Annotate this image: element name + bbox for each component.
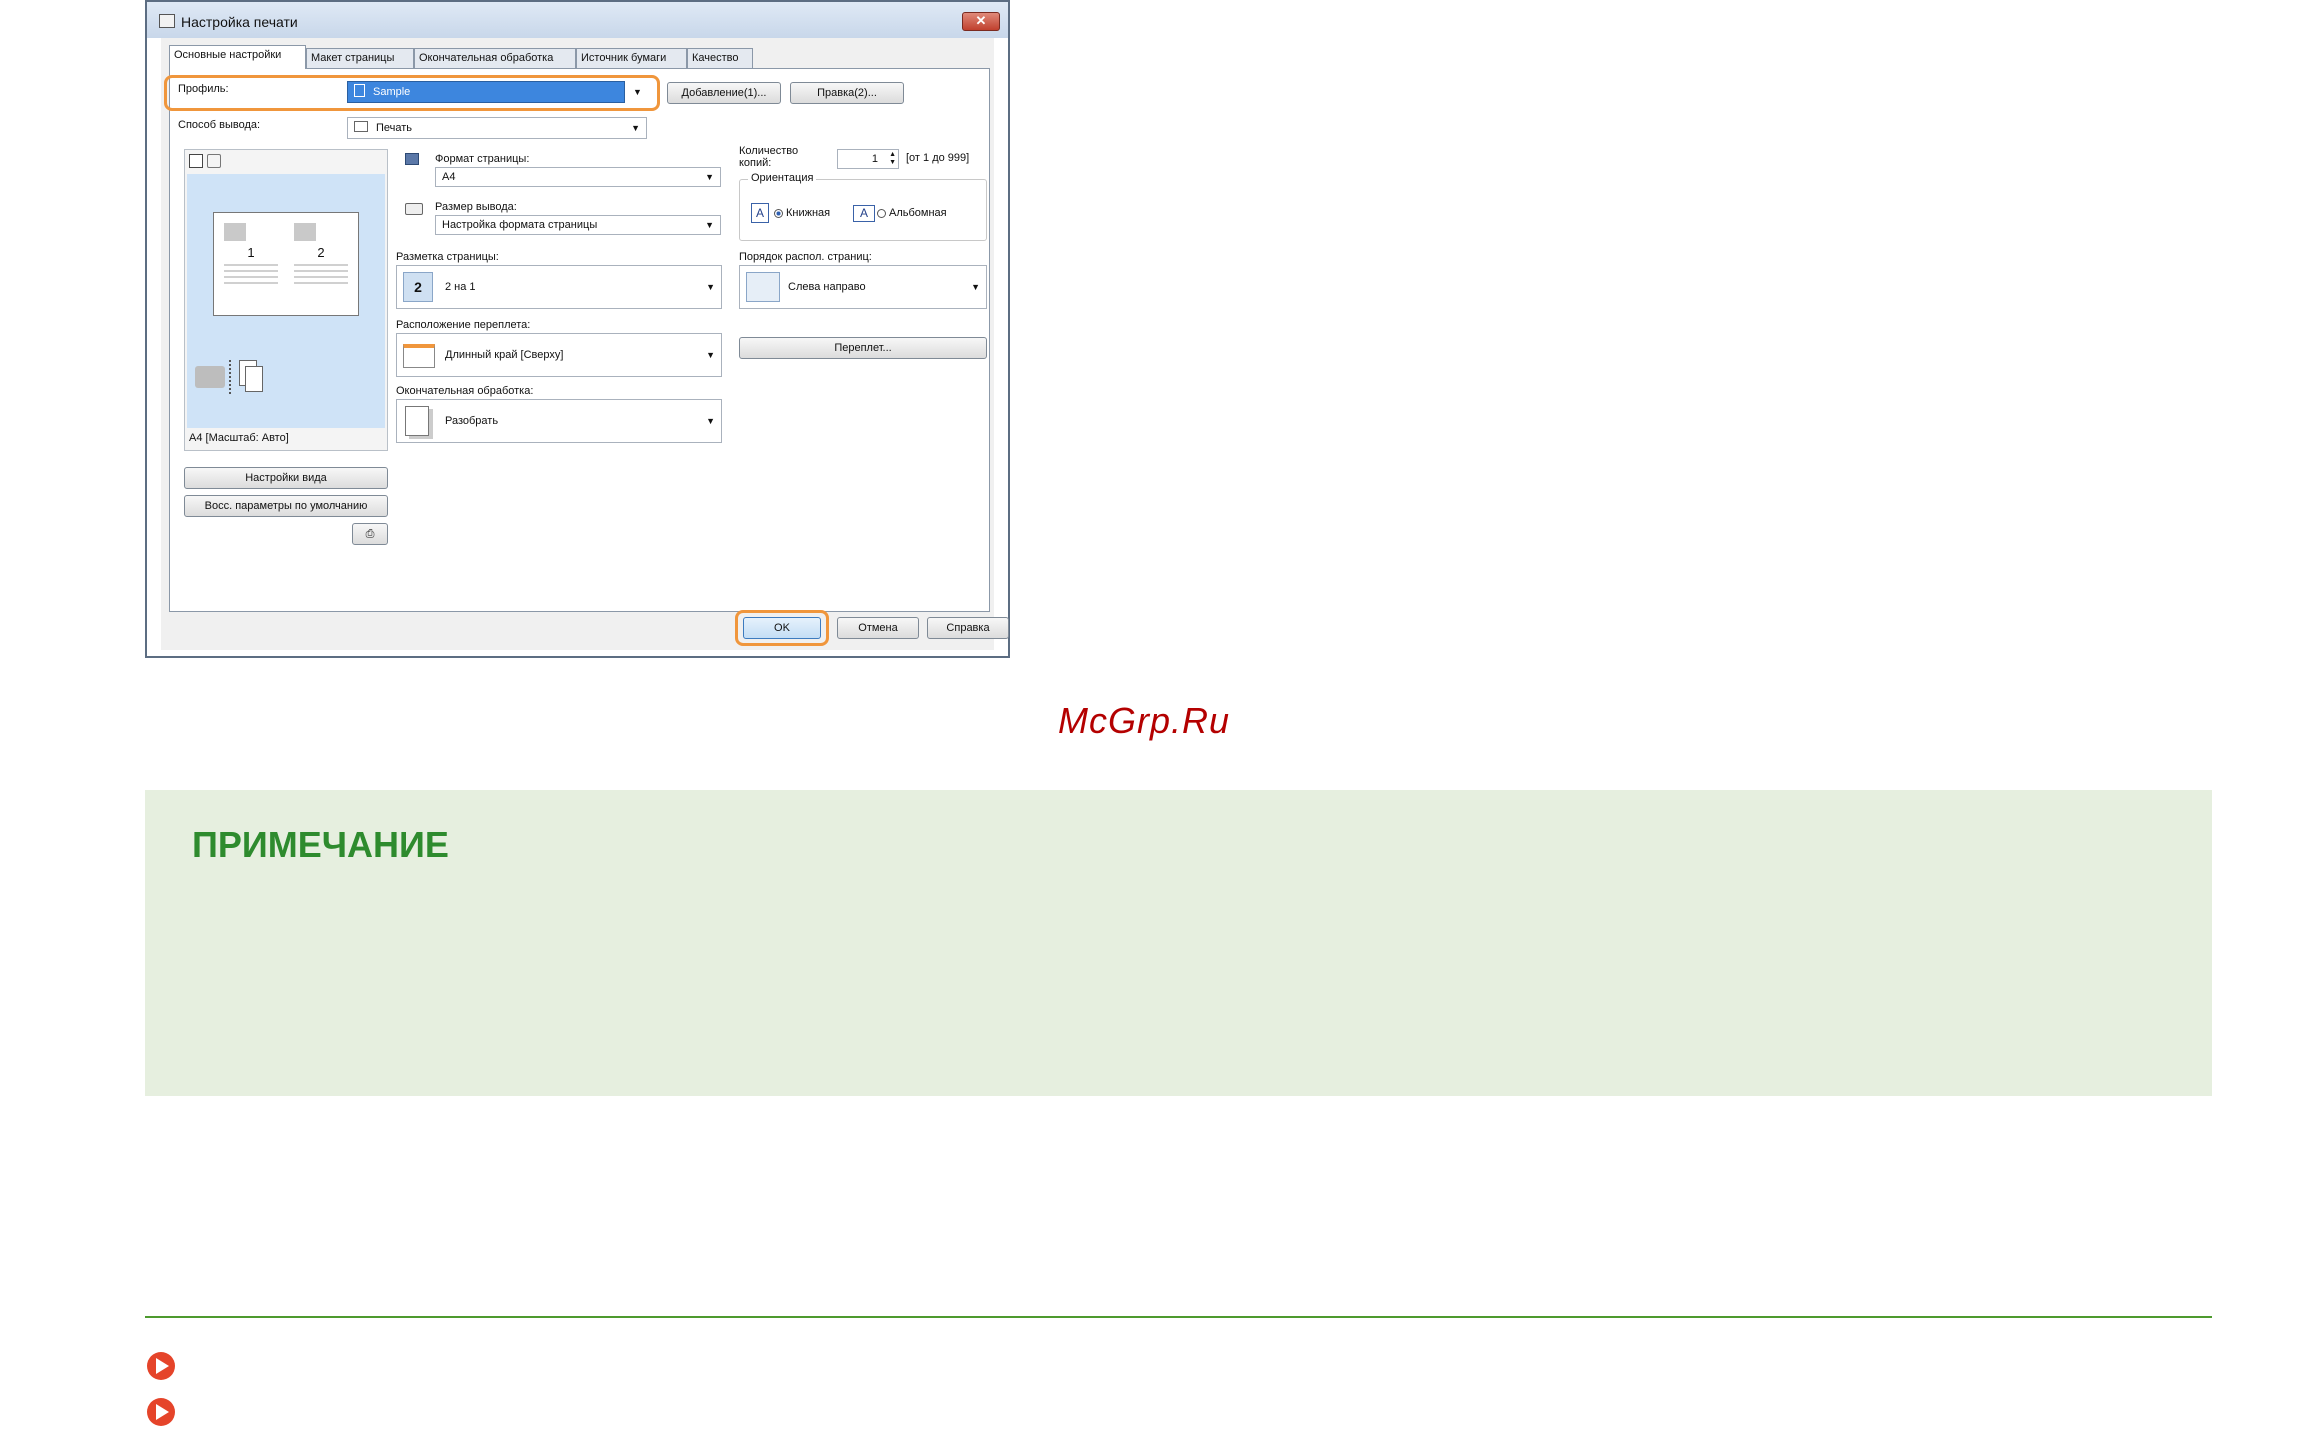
add-profile-button[interactable]: Добавление(1)... — [667, 82, 781, 104]
cancel-button[interactable]: Отмена — [837, 617, 919, 639]
paper-stack-icon — [195, 366, 225, 388]
tab-quality[interactable]: Качество — [687, 48, 753, 68]
printer-icon — [405, 203, 423, 215]
output-size-value: Настройка формата страницы — [442, 219, 598, 231]
layout-preview: 1 2 A4 [Масштаб: Авто] — [184, 149, 388, 451]
binding-location-label: Расположение переплета: — [396, 319, 531, 331]
chevron-down-icon: ▼ — [971, 282, 980, 292]
profile-value: Sample — [373, 86, 411, 98]
chevron-down-icon[interactable]: ▼ — [633, 87, 642, 97]
binding-location-select[interactable]: Длинный край [Сверху] ▼ — [396, 333, 722, 377]
output-method-label: Способ вывода: — [178, 119, 261, 131]
page-layout-value: 2 на 1 — [445, 281, 476, 293]
chevron-down-icon: ▼ — [705, 220, 714, 230]
portrait-radio[interactable] — [774, 209, 783, 218]
output-method-value: Печать — [376, 122, 413, 134]
chevron-down-icon: ▼ — [631, 123, 640, 133]
chevron-down-icon: ▼ — [706, 416, 715, 426]
orientation-label: Ориентация — [748, 172, 817, 184]
watermark: McGrp.Ru — [1058, 700, 1231, 741]
printer-icon — [159, 14, 175, 28]
tab-finishing[interactable]: Окончательная обработка — [414, 48, 576, 68]
page-size-select[interactable]: A4 ▼ — [435, 167, 721, 187]
restore-defaults-button[interactable]: Восс. параметры по умолчанию — [184, 495, 388, 517]
output-method-select[interactable]: Печать ▼ — [347, 117, 647, 139]
preview-caption: A4 [Масштаб: Авто] — [189, 432, 289, 444]
printer-view-icon[interactable] — [207, 154, 221, 168]
profile-select[interactable]: Sample — [347, 81, 625, 103]
document-icon — [354, 84, 365, 97]
arrow-bullet-icon[interactable] — [147, 1398, 175, 1426]
finishing-select[interactable]: Разобрать ▼ — [396, 399, 722, 443]
preview-page-2: 2 — [288, 219, 354, 311]
arrow-bullet-icon[interactable] — [147, 1352, 175, 1380]
preview-sheet: 1 2 — [213, 212, 359, 316]
note-title: ПРИМЕЧАНИЕ — [192, 824, 449, 865]
collate-icon — [405, 406, 429, 436]
pages-per-sheet-icon: 2 — [403, 272, 433, 302]
printer-icon — [354, 121, 368, 132]
landscape-icon: A — [853, 205, 875, 222]
finishing-value: Разобрать — [445, 415, 499, 427]
copies-label: Количество копий: — [739, 145, 799, 169]
preview-canvas: 1 2 — [187, 174, 385, 428]
profile-label: Профиль: — [178, 83, 229, 95]
tab-panel: Профиль: Sample ▼ Добавление(1)... Правк… — [164, 68, 990, 612]
landscape-label: Альбомная — [889, 207, 947, 219]
page-view-icon[interactable] — [189, 154, 203, 168]
output-size-label: Размер вывода: — [435, 201, 517, 213]
section-divider — [145, 1316, 2212, 1318]
page-order-select[interactable]: Слева направо ▼ — [739, 265, 987, 309]
page-order-icon — [746, 272, 780, 302]
close-button[interactable]: ✕ — [962, 12, 1000, 31]
copies-value: 1 — [871, 153, 878, 165]
chevron-down-icon: ▼ — [705, 172, 714, 182]
output-size-select[interactable]: Настройка формата страницы ▼ — [435, 215, 721, 235]
binding-button[interactable]: Переплет... — [739, 337, 987, 359]
copies-stepper[interactable]: 1 ▲ ▼ — [837, 149, 899, 169]
page-layout-label: Разметка страницы: — [396, 251, 499, 263]
page-size-label: Формат страницы: — [435, 153, 530, 165]
portrait-label: Книжная — [786, 207, 831, 219]
binding-location-value: Длинный край [Сверху] — [445, 349, 564, 361]
tab-page-layout[interactable]: Макет страницы — [306, 48, 414, 68]
title-bar: Настройка печати ✕ — [147, 2, 1008, 38]
printer-info-icon[interactable]: ⎙ — [352, 523, 388, 545]
chevron-down-icon: ▼ — [706, 350, 715, 360]
note-box: ПРИМЕЧАНИЕ — [145, 790, 2212, 1096]
dialog-title: Настройка печати — [181, 14, 298, 30]
dialog-body: Основные настройки Макет страницы Оконча… — [161, 38, 1009, 650]
preview-page-number: 1 — [247, 245, 255, 260]
print-settings-dialog: Настройка печати ✕ Основные настройки Ма… — [145, 0, 1010, 658]
page-size-value: A4 — [442, 171, 456, 183]
view-settings-button[interactable]: Настройки вида — [184, 467, 388, 489]
ok-button[interactable]: OK — [743, 617, 821, 639]
chevron-down-icon: ▼ — [706, 282, 715, 292]
copies-range: [от 1 до 999] — [906, 152, 970, 164]
tab-paper-source[interactable]: Источник бумаги — [576, 48, 687, 68]
page-order-label: Порядок распол. страниц: — [739, 251, 872, 263]
tab-basic-settings[interactable]: Основные настройки — [169, 45, 306, 69]
copies-icon-back — [245, 366, 263, 392]
spinner-icon[interactable]: ▲ ▼ — [889, 151, 896, 167]
long-edge-icon — [403, 344, 435, 368]
finishing-label: Окончательная обработка: — [396, 385, 534, 397]
page-layout-select[interactable]: 2 2 на 1 ▼ — [396, 265, 722, 309]
help-button[interactable]: Справка — [927, 617, 1009, 639]
portrait-icon: A — [751, 203, 769, 223]
preview-page-1: 1 — [218, 219, 284, 311]
landscape-radio[interactable] — [877, 209, 886, 218]
preview-page-number: 2 — [317, 245, 325, 260]
edit-profile-button[interactable]: Правка(2)... — [790, 82, 904, 104]
page-size-icon — [405, 153, 419, 165]
close-icon: ✕ — [975, 13, 987, 28]
page-order-value: Слева направо — [788, 281, 866, 293]
divider — [229, 360, 232, 394]
